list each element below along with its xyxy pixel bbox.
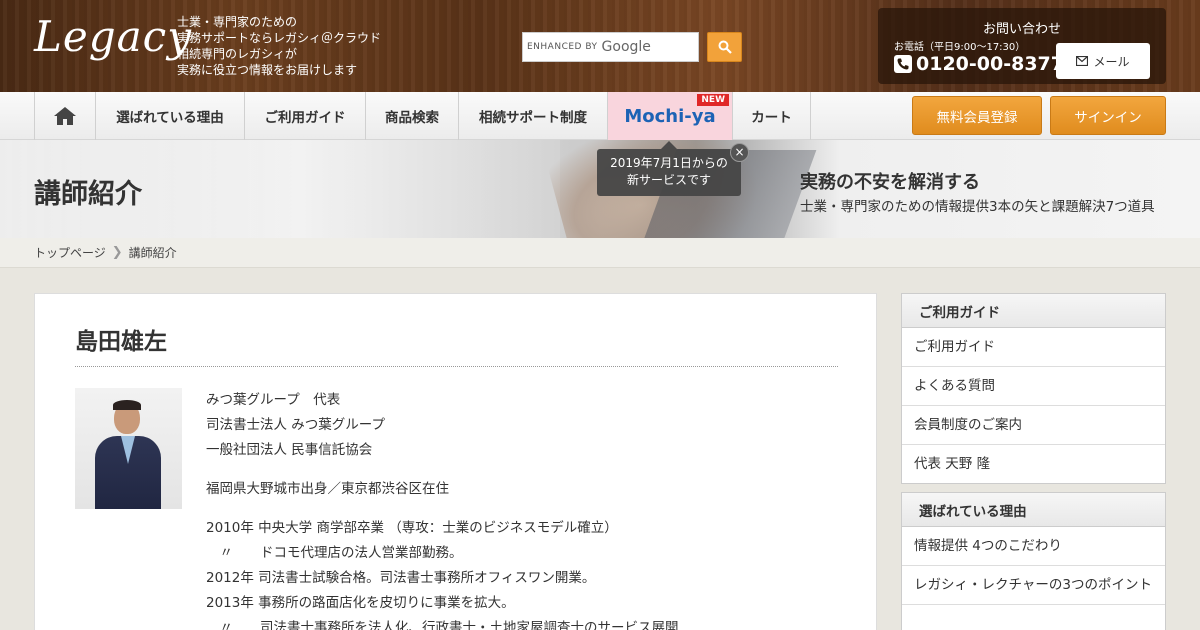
envelope-icon (1076, 56, 1089, 66)
sidebar-item-four-points[interactable]: 情報提供 4つのこだわり (902, 527, 1165, 566)
nav-home[interactable] (34, 92, 95, 140)
sidebar-item-lecture-points[interactable]: レガシィ・レクチャーの3つのポイント (902, 566, 1165, 605)
contact-panel: お問い合わせ お電話（平日9:00～17:30） 0120-00-8377 メー… (878, 8, 1166, 84)
sidebar-item-representative[interactable]: 代表 天野 隆 (902, 445, 1165, 483)
mochiya-tooltip: 2019年7月1日からの 新サービスです (597, 141, 741, 196)
search-icon (718, 40, 732, 54)
site-logo[interactable]: Legacy (34, 12, 192, 61)
nav-guide[interactable]: ご利用ガイド (244, 92, 365, 140)
home-icon (54, 107, 76, 125)
sidebar-item-more[interactable] (902, 605, 1165, 630)
breadcrumb: トップページ ❯ 講師紹介 (0, 238, 1200, 268)
breadcrumb-home[interactable]: トップページ (34, 244, 106, 261)
search-button[interactable] (707, 32, 742, 62)
new-badge: NEW (697, 94, 729, 106)
contact-hours: お電話（平日9:00～17:30） (894, 42, 1026, 53)
signin-button[interactable]: サインイン (1050, 96, 1166, 135)
site-tagline: 士業・専門家のための 実務サポートならレガシィ＠クラウド 相続専門のレガシィが … (177, 15, 382, 77)
page-title: 講師紹介 (34, 179, 142, 210)
nav-inheritance-support[interactable]: 相続サポート制度 (458, 92, 607, 140)
enhanced-by-label: ENHANCED BY (527, 42, 598, 52)
breadcrumb-current: 講師紹介 (128, 246, 177, 260)
sidebar-item-guide[interactable]: ご利用ガイド (902, 328, 1165, 367)
nav-cart[interactable]: カート (732, 92, 811, 140)
tooltip-close-button[interactable]: × (730, 143, 749, 162)
mail-button[interactable]: メール (1056, 43, 1150, 79)
nav-reasons[interactable]: 選ばれている理由 (95, 92, 244, 140)
chevron-right-icon: ❯ (111, 245, 123, 260)
register-button[interactable]: 無料会員登録 (912, 96, 1042, 135)
google-label: Google (601, 39, 651, 55)
hero-subtitle: 士業・専門家のための情報提供3本の矢と課題解決7つ道具 (800, 199, 1155, 215)
contact-phone[interactable]: 0120-00-8377 (894, 53, 1064, 75)
profile-name: 島田雄左 (75, 322, 838, 367)
hero-catchphrase: 実務の不安を解消する (800, 172, 980, 193)
sidebar-reasons-title: 選ばれている理由 (902, 493, 1165, 527)
sidebar-guide-title: ご利用ガイド (902, 294, 1165, 328)
sidebar-item-faq[interactable]: よくある質問 (902, 367, 1165, 406)
nav-mochiya[interactable]: Mochi-ya NEW (607, 92, 732, 140)
mochiya-label: Mochi-ya (624, 105, 716, 127)
sidebar-guide: ご利用ガイド ご利用ガイド よくある質問 会員制度のご案内 代表 天野 隆 (901, 293, 1166, 484)
search-input[interactable]: ENHANCED BY Google (522, 32, 699, 62)
nav-product-search[interactable]: 商品検索 (365, 92, 458, 140)
sidebar-reasons: 選ばれている理由 情報提供 4つのこだわり レガシィ・レクチャーの3つのポイント (901, 492, 1166, 630)
site-header: Legacy 士業・専門家のための 実務サポートならレガシィ＠クラウド 相続専門… (0, 0, 1200, 92)
profile-photo (75, 388, 182, 509)
contact-title: お問い合わせ (982, 22, 1061, 37)
phone-icon (894, 55, 912, 73)
sidebar-item-membership[interactable]: 会員制度のご案内 (902, 406, 1165, 445)
global-nav: 選ばれている理由 ご利用ガイド 商品検索 相続サポート制度 Mochi-ya N… (0, 92, 1200, 140)
profile-bio: みつ葉グループ 代表 司法書士法人 みつ葉グループ 一般社団法人 民事信託協会 … (206, 388, 846, 630)
profile-article: 島田雄左 みつ葉グループ 代表 司法書士法人 みつ葉グループ 一般社団法人 民事… (34, 293, 877, 630)
profile-origin: 福岡県大野城市出身／東京都渋谷区在住 (206, 481, 449, 497)
